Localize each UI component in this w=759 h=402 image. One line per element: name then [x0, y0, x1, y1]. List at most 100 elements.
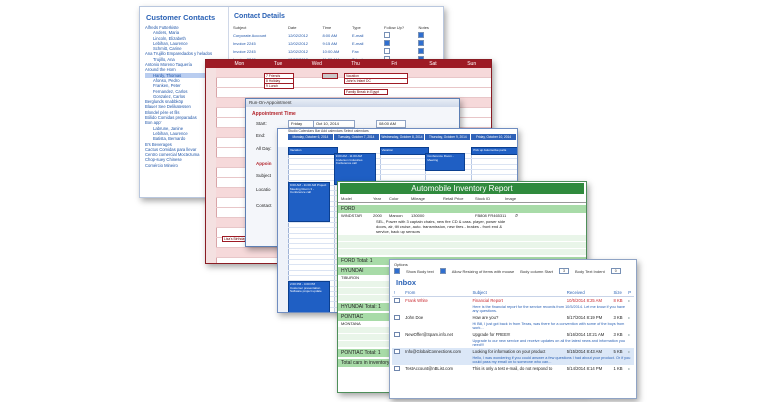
cell-date: 12/02/2012 [287, 32, 309, 38]
message-subject: This is only a test e-mail, do not respo… [472, 366, 553, 371]
flag-icon[interactable]: ▸ [628, 366, 630, 371]
notes-checkbox[interactable] [418, 40, 425, 46]
appointment-block[interactable]: 9:00 AM - 11:00 AM Project Meeting Room … [288, 182, 330, 222]
hour-line [288, 174, 517, 176]
column-header[interactable]: P [626, 289, 634, 297]
body-start-input[interactable]: 3 [558, 268, 569, 274]
follow-checkbox[interactable] [384, 40, 391, 46]
flag-icon[interactable]: ▸ [628, 349, 630, 354]
column-header: Color [389, 196, 399, 201]
day-header: Sat [429, 61, 437, 67]
message-preview-row[interactable]: Here is the financial report for the ser… [392, 305, 634, 314]
message-icon-cell [392, 365, 403, 373]
location-label: Locatio [256, 187, 271, 192]
start-time-field[interactable]: 08:00 AM [376, 120, 406, 128]
column-header[interactable]: Type [351, 24, 383, 31]
message-row[interactable]: TestAccount@nBList.com This is only a tes… [392, 365, 634, 373]
appointment-block[interactable]: Conference Room - Meeting [425, 153, 466, 171]
column-header[interactable]: Notes [417, 24, 437, 31]
start-date-field[interactable]: Oct 10, 2014 [313, 120, 355, 128]
table-row[interactable]: Invoice 2245 12/02/2012 9:15 AM E-mail [232, 39, 437, 47]
start-label: Start: [256, 121, 267, 126]
column-header[interactable]: Date [287, 24, 321, 31]
column-header[interactable]: Time [321, 24, 351, 31]
message-size: 3 KB [613, 315, 623, 320]
calendar-event-bar[interactable] [322, 73, 338, 79]
flag-cell: ▸ [626, 348, 634, 356]
appointment-block[interactable]: Vacation [288, 147, 338, 155]
follow-checkbox[interactable] [384, 48, 391, 54]
message-row[interactable]: NewOffer@Spam.info.net Upgrade for FREE!!… [392, 331, 634, 339]
envelope-icon [394, 298, 400, 303]
magnifier-icon[interactable]: ⌕ [515, 213, 518, 219]
flag-icon[interactable]: ▸ [628, 298, 630, 303]
day-header: Fri [391, 61, 398, 67]
message-from: Frank White [405, 298, 428, 303]
message-preview-row[interactable]: Hi Bill, I just got back in from Texas, … [392, 322, 634, 331]
appointment-block[interactable]: Vacation [379, 147, 430, 155]
spacer [392, 339, 403, 348]
cell-notes [417, 47, 437, 55]
column-header[interactable]: From [403, 289, 471, 297]
flag-icon[interactable]: ▸ [628, 315, 630, 320]
cell-type: Fax [352, 48, 359, 54]
message-subject: Financial Report [472, 298, 503, 303]
notes-checkbox[interactable] [418, 32, 425, 38]
message-preview: Hi Bill, I just got back in from Texas, … [472, 322, 625, 330]
hour-line [288, 168, 517, 170]
contact-details-title: Contact Details [234, 13, 285, 20]
all-day-label: All Day: [256, 146, 272, 151]
body-indent-input[interactable]: 0 [610, 268, 621, 274]
spacer [392, 356, 404, 365]
appointment-block[interactable]: 2:00 PM - 4:00 PM Customer presentation … [288, 281, 330, 312]
message-preview: Here is the financial report for the ser… [472, 305, 626, 313]
table-row[interactable]: Corporate Account 12/02/2012 8:00 AM E-mail [232, 31, 437, 39]
message-row[interactable]: Info@GlobalConnections.com Looking for in… [392, 348, 634, 356]
calendar-event[interactable]: John's Infant DC [344, 78, 408, 84]
day-header: Mon [234, 61, 245, 67]
day-header: Tuesday, October 7, 2014 [333, 134, 380, 140]
message-preview: Upgrade to our new service and receive u… [472, 339, 626, 347]
cell-notes [417, 31, 437, 39]
customer-contacts-title: Customer Contacts [146, 13, 216, 22]
calendar-event[interactable]: Family Break in Egypt [344, 89, 388, 95]
column-header[interactable]: Subject [232, 24, 287, 31]
message-preview-row[interactable]: Hello, I was wondering if you could answ… [392, 356, 634, 365]
envelope-icon [394, 366, 400, 371]
message-received: 5/15/2014 8:43 AM [564, 348, 612, 356]
message-row[interactable]: Frank White Financial Report 10/5/2014 8:2… [392, 297, 634, 306]
show-body-checkbox[interactable] [394, 268, 400, 274]
allow-resize-checkbox[interactable] [439, 268, 446, 274]
message-from: NewOffer@Spam.info.net [405, 332, 453, 337]
notes-checkbox[interactable] [418, 48, 425, 54]
hour-line [288, 163, 517, 165]
appointment-block[interactable]: Pick up Automotive parts [471, 147, 517, 155]
show-body-label: Show Body text [406, 268, 434, 274]
vehicle-year: 2000 [373, 213, 382, 218]
contact-details-pane: Contact Details Subject Date Time Type Follo… [232, 7, 443, 63]
spacer [392, 322, 403, 331]
message-preview-row[interactable]: Upgrade to our new service and receive u… [392, 339, 634, 348]
cell-subject: Corporate Account [233, 32, 267, 38]
options-row: Show Body text Allow Resizing of items w… [390, 267, 636, 275]
day-header-row: Monday, October 6, 2014 Tuesday, October … [288, 134, 517, 140]
calendar-event[interactable]: 9 Lunch [264, 83, 294, 89]
table-row[interactable]: Invoice 2245 12/02/2012 10:00 AM Fax [232, 47, 437, 55]
column-header[interactable]: Size [611, 289, 627, 297]
follow-checkbox[interactable] [384, 32, 391, 38]
flag-icon[interactable]: ▸ [628, 332, 630, 337]
day-header: Friday, October 10, 2014 [471, 134, 517, 140]
spacer [403, 305, 470, 314]
message-row[interactable]: John Doe How are you? 5/17/2014 8:19 PM 3 K… [392, 314, 634, 322]
column-header[interactable]: ! [392, 289, 404, 297]
start-day-field[interactable]: Friday [288, 120, 314, 128]
column-header[interactable]: Received [564, 289, 612, 297]
column-header[interactable]: Subject [470, 289, 565, 297]
day-header: Thursday, October 9, 2014 [425, 134, 472, 140]
cell-notes [417, 39, 437, 47]
cell-type: E-mail [352, 40, 364, 46]
message-icon-cell [392, 314, 403, 322]
envelope-icon [394, 315, 400, 320]
column-header[interactable]: Follow Up? [383, 24, 417, 31]
vehicle-mileage: 130000 [411, 213, 425, 218]
